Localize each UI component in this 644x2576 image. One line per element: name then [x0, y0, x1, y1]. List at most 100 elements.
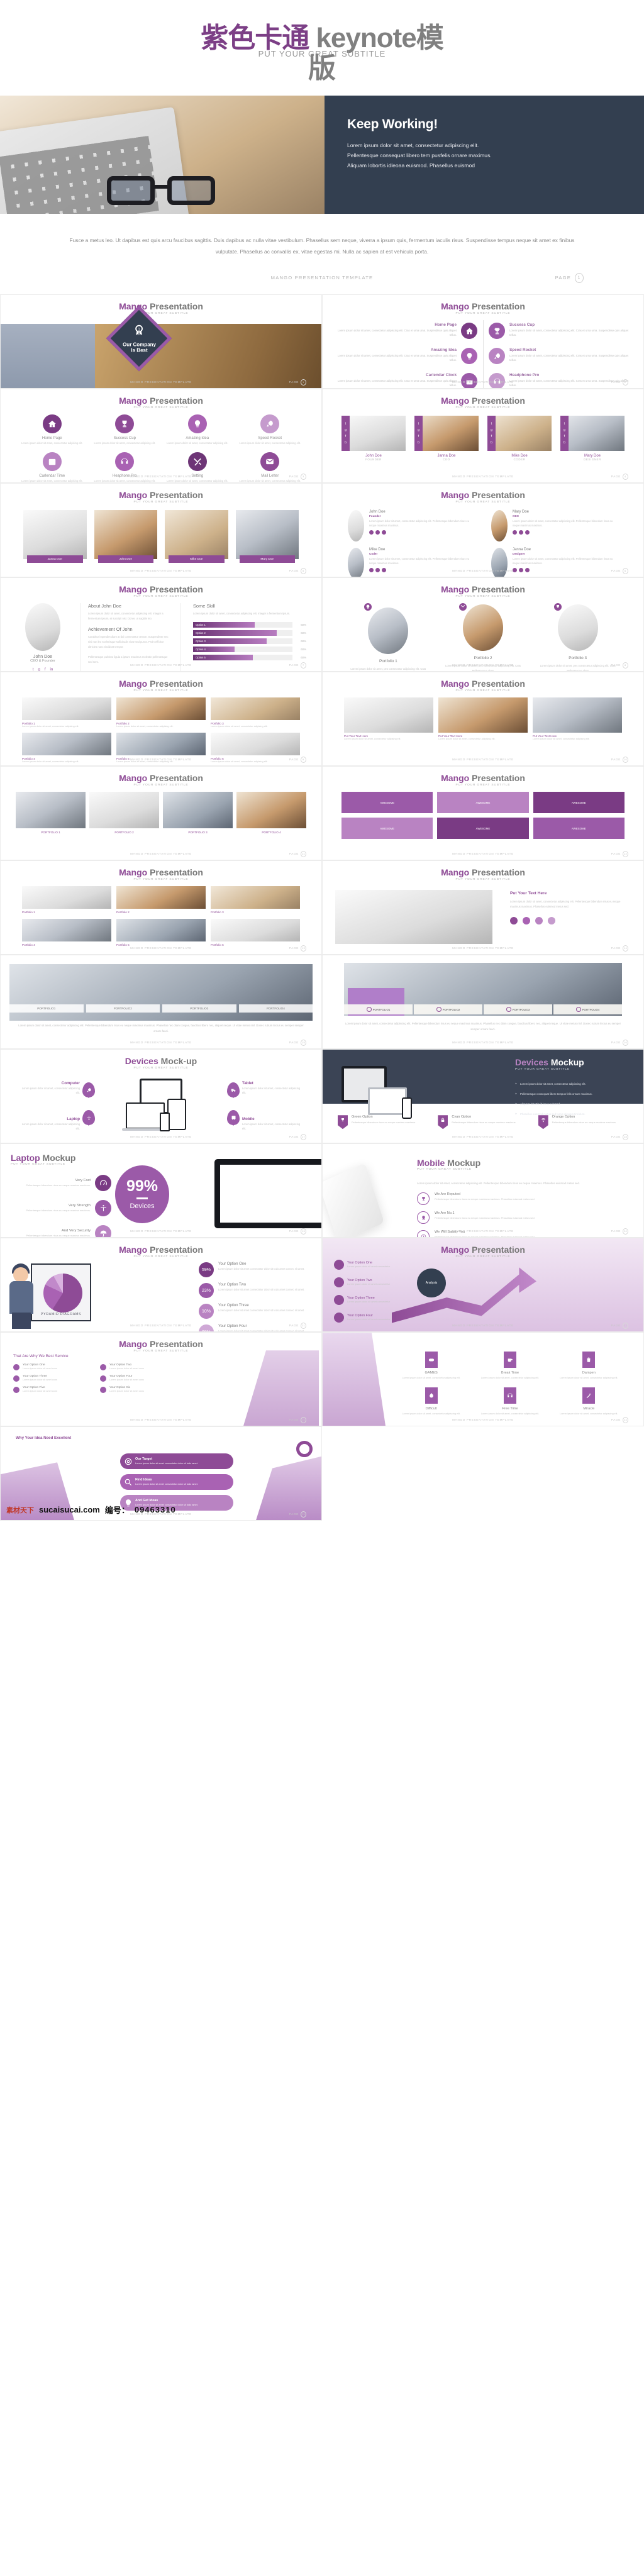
icon-item[interactable]: Heaphone Pro Lorem ipsum dolor sit amet, … [89, 452, 162, 482]
team-tall-card[interactable]: Mary Doe [235, 510, 299, 564]
feature-item[interactable]: Speed Rocket Lorem ipsum dolor sit amet, … [489, 348, 632, 365]
activity-item[interactable]: Free Time Lorem ipsum dolor sit amet, con… [470, 1387, 549, 1416]
team-tall-card[interactable]: John Doe [94, 510, 157, 564]
team-card[interactable]: t g f b John Doe FOUNDER [341, 416, 406, 461]
slide-3-icon-grid[interactable]: Mango Presentation PUT YOUR GREAT SUBTIT… [0, 389, 322, 484]
social-strip[interactable]: tgfb [487, 416, 496, 452]
laptop-feature[interactable]: Very Strength Pellentesque bibendum risus… [11, 1200, 111, 1217]
slide-9-portfolio-grid[interactable]: Mango Presentation PUT YOUR GREAT SUBTIT… [0, 672, 322, 767]
strip-item[interactable]: PORTFOLIO 4 [236, 792, 306, 834]
slide-21-pyramid-chart[interactable]: Mango Presentation PUT YOUR GREAT SUBTIT… [0, 1238, 322, 1333]
portfolio-oval[interactable]: Portfolio 3 Lorem ipsum dolor sit amet, p… [537, 602, 618, 671]
portfolio-caption[interactable]: PORTFOLIO1 [9, 1004, 84, 1013]
strip-item[interactable]: PORTFOLIO 1 [16, 792, 86, 834]
activity-item[interactable]: Miracle Lorem ipsum dolor sit amet, conse… [550, 1387, 628, 1416]
mini-tile[interactable]: Portfolio 4 [22, 919, 111, 947]
icon-item[interactable]: Carlendar Time Lorem ipsum dolor sit amet… [16, 452, 89, 482]
arrow-option[interactable]: Your Option Four Lorem ipsum dolor sit am… [334, 1313, 403, 1323]
icon-item[interactable]: Success Cup Lorem ipsum dolor sit amet, c… [89, 414, 162, 446]
slide-4-team[interactable]: Mango Presentation PUT YOUR GREAT SUBTIT… [322, 389, 644, 484]
awesome-tile[interactable]: AWESOME [437, 818, 529, 840]
team-card[interactable]: t g f b Mike Doe CODER [487, 416, 552, 461]
portfolio-oval[interactable]: Portfolio 2 Lorem ipsum dolor sit amet, p… [443, 602, 524, 671]
slide-7-profile[interactable]: Mango Presentation PUT YOUR GREAT SUBTIT… [0, 577, 322, 672]
strip-item[interactable]: PORTFOLIO 3 [163, 792, 233, 834]
slide-24-activity-icons[interactable]: GAMES Lorem ipsum dolor sit amet, consect… [322, 1332, 644, 1427]
icon-item[interactable]: Amazing Idea Lorem ipsum dolor sit amet, … [161, 414, 234, 446]
awesome-tile[interactable]: AWESOME [341, 792, 433, 814]
portfolio-tile[interactable]: Portfolio 1 Lorem ipsum dolor sit amet, c… [22, 697, 111, 728]
slide-12-awesome-tiles[interactable]: Mango Presentation PUT YOUR GREAT SUBTIT… [322, 766, 644, 861]
checklist-item[interactable]: Your Option One Lorem ipsum dolor sit ame… [13, 1363, 90, 1371]
checklist-item[interactable]: Your Option Two Lorem ipsum dolor sit ame… [100, 1363, 177, 1371]
option-row[interactable]: 10% Your Option Three Lorem ipsum dolor si… [199, 1304, 309, 1319]
activity-item[interactable]: Break Time Lorem ipsum dolor sit amet, co… [470, 1352, 549, 1380]
feature-item[interactable]: Success Cup Lorem ipsum dolor sit amet, c… [489, 323, 632, 340]
portfolio-tile[interactable]: Portfolio 2 Lorem ipsum dolor sit amet, c… [116, 697, 206, 728]
portfolio-caption[interactable]: PORTFOLIO4 [238, 1004, 313, 1013]
checklist-item[interactable]: Your Option Four Lorem ipsum dolor sit am… [100, 1375, 177, 1382]
portfolio-tab[interactable]: PORTFOLIO1 [344, 1004, 413, 1015]
activity-item[interactable]: Dampen Lorem ipsum dolor sit amet, consec… [550, 1352, 628, 1380]
slide-23-checklist[interactable]: Mango Presentation PUT YOUR GREAT SUBTIT… [0, 1332, 322, 1427]
slide-1-company[interactable]: Mango Presentation PUT YOUR GREAT SUBTIT… [0, 294, 322, 389]
icon-item[interactable]: Home Page Lorem ipsum dolor sit amet, con… [16, 414, 89, 446]
portfolio-oval[interactable]: Portfolio 1 Lorem ipsum dolor sit amet, p… [348, 602, 429, 671]
slide-10-text-tiles[interactable]: Mango Presentation PUT YOUR GREAT SUBTIT… [322, 672, 644, 767]
laptop-feature[interactable]: Very Fast Pellentesque bibendum risus eu … [11, 1175, 111, 1192]
slide-8-portfolio-ovals[interactable]: Mango Presentation PUT YOUR GREAT SUBTIT… [322, 577, 644, 672]
member-row[interactable]: Janna Doe Designer Lorem ipsum dolor sit a… [491, 548, 618, 577]
social-strip[interactable]: tgfb [341, 416, 350, 452]
member-row[interactable]: Mary Doe CEO Lorem ipsum dolor sit amet, c… [491, 510, 618, 542]
text-tile[interactable]: Put Your Text Here Lorem ipsum dolor sit … [533, 697, 622, 740]
slide-13-mini-portfolio[interactable]: Mango Presentation PUT YOUR GREAT SUBTIT… [0, 860, 322, 955]
awesome-tile[interactable]: AWESOME [437, 792, 529, 814]
portfolio-tile[interactable]: Portfolio 3 Lorem ipsum dolor sit amet, c… [211, 697, 300, 728]
strip-item[interactable]: PORTFOLIO 2 [89, 792, 159, 834]
option-item[interactable]: Cyan Option Pellentesque bibendum risus e… [438, 1115, 528, 1130]
social-icons[interactable] [513, 530, 618, 535]
portfolio-tab[interactable]: PORTFOLIO4 [553, 1004, 622, 1015]
slide-11-portfolio-strip[interactable]: Mango Presentation PUT YOUR GREAT SUBTIT… [0, 766, 322, 861]
mini-tile[interactable]: Portfolio 6 [211, 919, 300, 947]
target-pill[interactable]: Find Ideas Lorem ipsum dolor sit amet con… [120, 1474, 233, 1491]
activity-item[interactable]: GAMES Lorem ipsum dolor sit amet, consect… [392, 1352, 470, 1380]
arrow-option[interactable]: Your Option One Lorem ipsum dolor sit ame… [334, 1260, 403, 1270]
team-card[interactable]: t g f b Mary Doe DESIGNER [560, 416, 625, 461]
mobile-feature[interactable]: We Are Reputed Pellentesque bibendum risu… [417, 1192, 631, 1206]
mini-tile[interactable]: Portfolio 1 [22, 886, 111, 914]
social-strip[interactable]: tgfb [414, 416, 423, 452]
mobile-feature[interactable]: We Are No.1 Pellentesque bibendum risus e… [417, 1211, 631, 1224]
slide-15-devices-row[interactable]: PORTFOLIO1 PORTFOLIO2 PORTFOLIO3 PORTFOL… [0, 955, 322, 1050]
slide-2-features[interactable]: Mango Presentation PUT YOUR GREAT SUBTIT… [322, 294, 644, 389]
member-row[interactable]: Mike Doe Coder Lorem ipsum dolor sit amet,… [348, 548, 475, 577]
mini-tile[interactable]: Portfolio 3 [211, 886, 300, 914]
option-row[interactable]: 23% Your Option Two Lorem ipsum dolor sit … [199, 1283, 309, 1299]
portfolio-tab[interactable]: PORTFOLIO3 [484, 1004, 552, 1015]
member-row[interactable]: John Doe Founder Lorem ipsum dolor sit ame… [348, 510, 475, 542]
team-tall-card[interactable]: Janna Doe [23, 510, 87, 564]
portfolio-caption[interactable]: PORTFOLIO2 [86, 1004, 160, 1013]
social-icons[interactable] [369, 530, 475, 535]
feature-item[interactable]: Home Page Lorem ipsum dolor sit amet, con… [334, 323, 477, 340]
feature-item[interactable]: Amazing Idea Lorem ipsum dolor sit amet, … [334, 348, 477, 365]
option-item[interactable]: Green Option Pellentesque bibendum risus … [338, 1115, 428, 1130]
slide-5-team-tall[interactable]: Mango Presentation PUT YOUR GREAT SUBTIT… [0, 483, 322, 578]
arrow-option[interactable]: Your Option Three Lorem ipsum dolor sit a… [334, 1295, 403, 1306]
team-card[interactable]: t g f b Janna Doe CEO [414, 416, 479, 461]
activity-item[interactable]: Difficult Lorem ipsum dolor sit amet, con… [392, 1387, 470, 1416]
target-pill[interactable]: Our Target Lorem ipsum dolor sit amet con… [120, 1453, 233, 1470]
icon-item[interactable]: Setting Lorem ipsum dolor sit amet, conse… [161, 452, 234, 482]
slide-17-devices-mockup[interactable]: Devices Mock-up PUT YOUR GREAT SUBTITLE … [0, 1049, 322, 1144]
social-strip[interactable]: tgfb [560, 416, 569, 452]
option-row[interactable]: 59% Your Option One Lorem ipsum dolor sit … [199, 1262, 309, 1278]
team-tall-card[interactable]: Mike Doe [165, 510, 228, 564]
slide-20-mobile-mockup[interactable]: Mobile Mockup PUT YOUR GREAT SUBTITLE Lo… [322, 1143, 644, 1238]
portfolio-caption[interactable]: PORTFOLIO3 [162, 1004, 236, 1013]
portfolio-tab[interactable]: PORTFOLIO2 [414, 1004, 482, 1015]
awesome-tile[interactable]: AWESOME [533, 818, 625, 840]
awesome-tile[interactable]: AWESOME [533, 792, 625, 814]
slide-14-laptop-text[interactable]: Mango Presentation PUT YOUR GREAT SUBTIT… [322, 860, 644, 955]
slide-22-arrow-chart[interactable]: Mango Presentation PUT YOUR GREAT SUBTIT… [322, 1238, 644, 1333]
mini-tile[interactable]: Portfolio 2 [116, 886, 206, 914]
